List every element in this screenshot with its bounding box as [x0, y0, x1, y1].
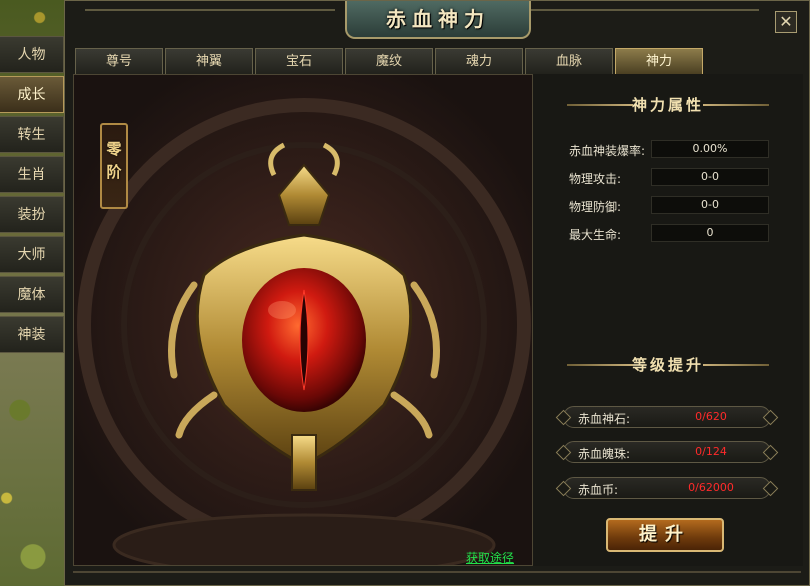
upgrade-header: 等级提升 — [533, 353, 803, 377]
resource-row: 赤血神石: 0/620 — [563, 406, 771, 428]
resource-label: 赤血魄珠: — [578, 447, 631, 461]
tab-gems[interactable]: 宝石 — [255, 48, 343, 74]
rank-label: 零阶 — [104, 141, 123, 187]
attribute-row: 物理攻击: 0-0 — [569, 168, 769, 188]
pedestal — [112, 513, 496, 565]
attribute-label: 物理攻击: — [569, 172, 622, 186]
tab-bar: 尊号 神翼 宝石 魔纹 魂力 血脉 神力 — [75, 48, 703, 74]
resource-value: 0/124 — [695, 445, 727, 458]
side-item-growth[interactable]: 成长 — [0, 76, 64, 113]
attribute-label: 赤血神装爆率: — [569, 144, 646, 158]
side-item-divine-gear[interactable]: 神装 — [0, 316, 64, 353]
side-item-demon-body[interactable]: 魔体 — [0, 276, 64, 313]
header-ornament-right — [703, 104, 769, 106]
resource-row: 赤血币: 0/62000 — [563, 477, 771, 499]
artifact-crown — [277, 163, 331, 226]
header-ornament-left — [567, 364, 633, 366]
side-item-zodiac[interactable]: 生肖 — [0, 156, 64, 193]
artifact-art — [77, 98, 531, 565]
tab-bloodline[interactable]: 血脉 — [525, 48, 613, 74]
tab-title[interactable]: 尊号 — [75, 48, 163, 74]
main-window: 赤血神力 ✕ 尊号 神翼 宝石 魔纹 魂力 血脉 神力 零阶 获取途径 神力属性… — [64, 0, 810, 586]
header-ornament-right — [703, 364, 769, 366]
header-ornament-left — [567, 104, 633, 106]
attribute-value: 0-0 — [651, 196, 769, 214]
title-ornament-right — [509, 9, 759, 11]
tab-divine-power[interactable]: 神力 — [615, 48, 703, 74]
attribute-label: 最大生命: — [569, 228, 622, 242]
attribute-value: 0.00% — [651, 140, 769, 158]
resource-row: 赤血魄珠: 0/124 — [563, 441, 771, 463]
attributes-header: 神力属性 — [533, 93, 803, 117]
attribute-panel: 神力属性 赤血神装爆率: 0.00% 物理攻击: 0-0 物理防御: 0-0 最… — [533, 74, 803, 566]
attributes-header-label: 神力属性 — [631, 96, 704, 114]
artifact-tail — [291, 434, 317, 491]
side-item-outfit[interactable]: 装扮 — [0, 196, 64, 233]
title-ornament-left — [85, 9, 335, 11]
side-item-character[interactable]: 人物 — [0, 36, 64, 73]
attribute-value: 0 — [651, 224, 769, 242]
artifact-display-panel: 零阶 获取途径 — [73, 74, 533, 566]
tab-divine-wings[interactable]: 神翼 — [165, 48, 253, 74]
window-footer-line — [73, 571, 801, 573]
get-source-link[interactable]: 获取途径 — [466, 549, 514, 565]
tab-soul-power[interactable]: 魂力 — [435, 48, 523, 74]
side-item-rebirth[interactable]: 转生 — [0, 116, 64, 153]
attribute-row: 赤血神装爆率: 0.00% — [569, 140, 769, 160]
window-title: 赤血神力 — [345, 1, 531, 39]
resource-value: 0/62000 — [688, 481, 734, 494]
side-menu: 人物 成长 转生 生肖 装扮 大师 魔体 神装 — [0, 36, 64, 356]
orb-highlight — [268, 301, 296, 319]
upgrade-header-label: 等级提升 — [631, 356, 704, 374]
attribute-label: 物理防御: — [569, 200, 622, 214]
attribute-value: 0-0 — [651, 168, 769, 186]
resource-value: 0/620 — [695, 410, 727, 423]
resource-label: 赤血神石: — [578, 412, 631, 426]
resource-label: 赤血币: — [578, 483, 619, 497]
close-button[interactable]: ✕ — [775, 11, 797, 33]
attribute-row: 物理防御: 0-0 — [569, 196, 769, 216]
side-item-master[interactable]: 大师 — [0, 236, 64, 273]
tab-demon-runes[interactable]: 魔纹 — [345, 48, 433, 74]
upgrade-button[interactable]: 提升 — [606, 518, 724, 552]
attribute-row: 最大生命: 0 — [569, 224, 769, 244]
rank-badge: 零阶 — [100, 123, 128, 209]
